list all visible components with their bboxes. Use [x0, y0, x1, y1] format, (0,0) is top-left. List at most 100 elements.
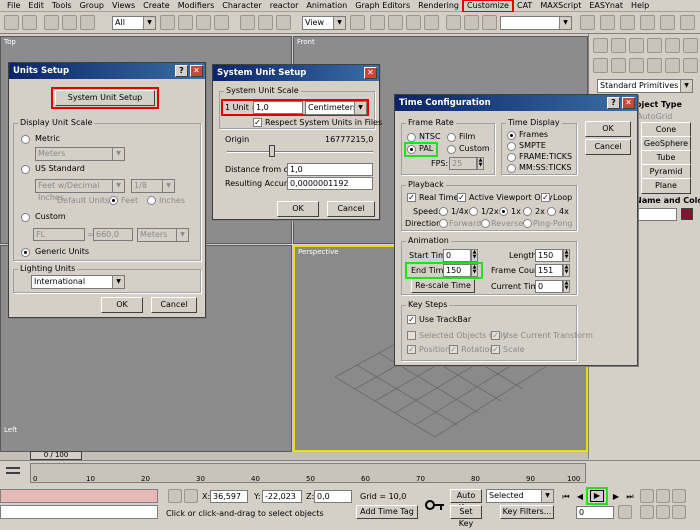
menu-graph-editors[interactable]: Graph Editors — [351, 0, 414, 12]
distance-field[interactable]: 1,0 — [287, 163, 373, 176]
speed-2x-radio[interactable] — [523, 207, 532, 216]
previous-frame-icon[interactable]: ◀ — [574, 491, 586, 503]
shapes-icon[interactable] — [611, 58, 626, 73]
field-of-view-icon[interactable] — [640, 505, 654, 519]
speed-4x-radio[interactable] — [547, 207, 556, 216]
selection-filter-dropdown[interactable]: All — [112, 16, 156, 30]
menu-cat[interactable]: CAT — [513, 0, 536, 12]
create-tab-icon[interactable] — [593, 38, 608, 53]
play-icon[interactable]: ▶ — [590, 490, 604, 502]
named-selection-set-dropdown[interactable] — [500, 16, 572, 30]
custom-unit-dropdown[interactable]: Meters — [137, 228, 189, 242]
metric-dropdown[interactable]: Meters — [35, 147, 125, 161]
generic-units-radio[interactable] — [21, 248, 30, 257]
scale-checkbox[interactable]: ✓ — [491, 345, 500, 354]
menu-views[interactable]: Views — [108, 0, 139, 12]
viewport-label-top[interactable]: Top — [4, 38, 16, 46]
film-radio[interactable] — [447, 133, 456, 142]
helpers-icon[interactable] — [665, 58, 680, 73]
material-editor-icon[interactable] — [640, 15, 655, 30]
reference-coordinate-dropdown[interactable]: View — [302, 16, 346, 30]
time-slider-handle[interactable]: 0 / 100 — [30, 451, 82, 460]
end-time-field[interactable]: 150 — [443, 264, 471, 277]
pivot-icon[interactable] — [350, 15, 365, 30]
help-icon[interactable]: ? — [175, 65, 188, 77]
next-frame-icon[interactable]: ▶ — [610, 491, 622, 503]
menu-edit[interactable]: Edit — [24, 0, 48, 12]
quick-render-icon[interactable] — [680, 15, 695, 30]
named-selection-icon[interactable] — [446, 15, 461, 30]
use-trackbar-checkbox[interactable]: ✓ — [407, 315, 416, 324]
motion-tab-icon[interactable] — [647, 38, 662, 53]
viewport-label-left[interactable]: Left — [4, 426, 17, 434]
use-current-transform-checkbox[interactable]: ✓ — [491, 331, 500, 340]
mirror-icon[interactable] — [464, 15, 479, 30]
add-time-tag-button[interactable]: Add Time Tag — [356, 505, 418, 519]
key-mode-dropdown[interactable]: Selected — [486, 489, 554, 503]
object-color-swatch[interactable] — [681, 208, 693, 220]
fps-spinner[interactable]: ▲ ▼ — [477, 157, 484, 170]
redo-icon[interactable] — [22, 15, 37, 30]
frames-radio[interactable] — [507, 131, 516, 140]
name-color-rollout[interactable]: Name and Color — [635, 196, 700, 206]
utilities-tab-icon[interactable] — [683, 38, 698, 53]
custom-name-field[interactable]: FL — [33, 228, 85, 241]
close-icon[interactable]: ✕ — [190, 65, 203, 77]
move-icon[interactable] — [240, 15, 255, 30]
speed-half-radio[interactable] — [469, 207, 478, 216]
x-coordinate-field[interactable]: 36,597 — [210, 490, 248, 503]
position-checkbox[interactable]: ✓ — [407, 345, 416, 354]
mm-ss-ticks-radio[interactable] — [507, 164, 516, 173]
select-by-name-icon[interactable] — [178, 15, 193, 30]
trackbar[interactable]: 0 10 20 30 40 50 60 70 80 90 100 — [30, 463, 586, 483]
schematic-view-icon[interactable] — [620, 15, 635, 30]
bind-space-warp-icon[interactable] — [80, 15, 95, 30]
percent-snap-icon[interactable] — [406, 15, 421, 30]
key-icon[interactable] — [424, 497, 446, 513]
layer-manager-icon[interactable] — [580, 15, 595, 30]
frame-ticks-radio[interactable] — [507, 153, 516, 162]
object-name-field[interactable] — [633, 208, 677, 221]
close-icon[interactable]: ✕ — [364, 67, 377, 79]
angle-snap-icon[interactable] — [388, 15, 403, 30]
set-key-button[interactable]: Set Key — [450, 505, 482, 528]
lock-icon[interactable] — [168, 489, 182, 503]
region-select-icon[interactable] — [196, 15, 211, 30]
loop-checkbox[interactable]: ✓ — [541, 193, 550, 202]
lights-icon[interactable] — [629, 58, 644, 73]
zoom-extents-icon[interactable] — [672, 489, 686, 503]
ntsc-radio[interactable] — [407, 133, 416, 142]
help-icon[interactable]: ? — [607, 97, 620, 109]
menu-tools[interactable]: Tools — [48, 0, 76, 12]
menu-character[interactable]: Character — [218, 0, 266, 12]
start-time-spinner[interactable]: ▲ ▼ — [471, 249, 478, 262]
modify-tab-icon[interactable] — [611, 38, 626, 53]
unlink-icon[interactable] — [62, 15, 77, 30]
length-field[interactable]: 150 — [535, 249, 563, 262]
speed-quarter-radio[interactable] — [439, 207, 448, 216]
menu-file[interactable]: File — [3, 0, 24, 12]
time-config-ok-button[interactable]: OK — [585, 121, 631, 137]
scale-icon[interactable] — [276, 15, 291, 30]
systems-icon[interactable] — [683, 58, 698, 73]
system-unit-ok-button[interactable]: OK — [277, 201, 319, 217]
unit-type-dropdown[interactable]: Centimeters — [305, 101, 367, 115]
direction-forward-radio[interactable] — [439, 219, 448, 228]
display-tab-icon[interactable] — [665, 38, 680, 53]
fps-field[interactable]: 25 — [449, 157, 477, 170]
align-icon[interactable] — [482, 15, 497, 30]
y-coordinate-field[interactable]: -22,023 — [262, 490, 302, 503]
rescale-time-button[interactable]: Re-scale Time — [411, 279, 475, 293]
menu-modifiers[interactable]: Modifiers — [174, 0, 219, 12]
menu-easynat[interactable]: EASYnat — [585, 0, 627, 12]
select-object-icon[interactable] — [160, 15, 175, 30]
menu-maxscript[interactable]: MAXScript — [536, 0, 585, 12]
menu-reactor[interactable]: reactor — [266, 0, 303, 12]
direction-reverse-radio[interactable] — [481, 219, 490, 228]
system-unit-setup-button[interactable]: System Unit Setup — [55, 90, 155, 106]
length-spinner[interactable]: ▲ ▼ — [563, 249, 570, 262]
go-to-start-icon[interactable]: ⏮ — [560, 491, 572, 503]
selected-only-checkbox[interactable] — [407, 331, 416, 340]
time-config-cancel-button[interactable]: Cancel — [585, 139, 631, 155]
respect-units-checkbox[interactable]: ✓ — [253, 118, 262, 127]
